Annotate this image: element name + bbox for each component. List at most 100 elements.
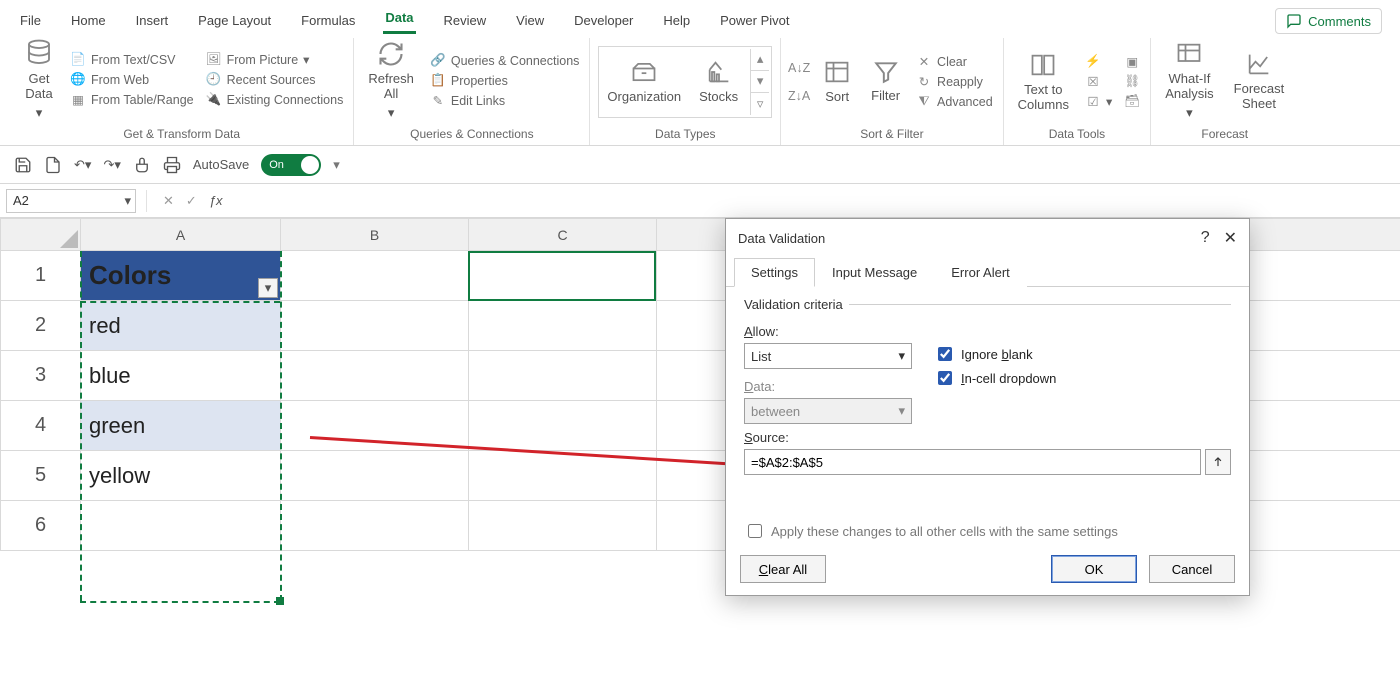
apply-all-checkbox[interactable]: Apply these changes to all other cells w… (744, 521, 1231, 541)
row-header-6[interactable]: 6 (1, 501, 81, 551)
new-file-button[interactable] (44, 156, 62, 174)
cancel-button[interactable]: Cancel (1149, 555, 1235, 583)
refresh-all-button[interactable]: Refresh All ▾ (362, 36, 420, 125)
relationships-button[interactable]: ⛓ (1122, 73, 1142, 91)
save-button[interactable] (14, 156, 32, 174)
menu-view[interactable]: View (514, 9, 546, 34)
sort-desc-button[interactable]: Z↓A (789, 87, 809, 105)
from-picture[interactable]: 🖼From Picture ▾ (204, 51, 346, 69)
data-validation-button[interactable]: ☑▾ (1083, 93, 1114, 111)
from-table-range[interactable]: ▦From Table/Range (68, 91, 196, 109)
menu-file[interactable]: File (18, 9, 43, 34)
insert-function-button[interactable]: ƒx (203, 193, 229, 208)
flash-fill-button[interactable]: ⚡ (1083, 53, 1114, 71)
properties[interactable]: 📋Properties (428, 72, 582, 90)
from-web[interactable]: 🌐From Web (68, 71, 196, 89)
dialog-close-button[interactable]: ✕ (1224, 228, 1237, 248)
forecast-sheet-button[interactable]: Forecast Sheet (1228, 46, 1291, 116)
qat-customize[interactable]: ▾ (333, 157, 340, 173)
range-picker-button[interactable] (1205, 449, 1231, 475)
whatif-analysis-button[interactable]: What-If Analysis ▾ (1159, 36, 1219, 125)
cancel-formula-button[interactable]: ✕ (157, 193, 180, 209)
cell-C4[interactable] (469, 401, 657, 451)
menu-developer[interactable]: Developer (572, 9, 635, 34)
filter-reapply[interactable]: ↻Reapply (914, 73, 995, 91)
datatype-organization[interactable]: Organization (601, 54, 687, 109)
queries-connections[interactable]: 🔗Queries & Connections (428, 52, 582, 70)
cell-A3[interactable]: blue (81, 351, 281, 401)
filter-advanced[interactable]: ⧨Advanced (914, 93, 995, 111)
cell-C2[interactable] (469, 301, 657, 351)
cell-dropdown-button[interactable]: ▾ (258, 278, 278, 298)
fill-handle[interactable] (276, 597, 284, 605)
cell-B3[interactable] (281, 351, 469, 401)
row-header-4[interactable]: 4 (1, 401, 81, 451)
remove-duplicates-button[interactable]: ☒ (1083, 73, 1114, 91)
redo-button[interactable]: ↷ ▾ (103, 157, 120, 173)
tab-input-message[interactable]: Input Message (815, 258, 934, 287)
in-cell-dropdown-checkbox[interactable]: In-cell dropdown (934, 368, 1056, 388)
consolidate-button[interactable]: ▣ (1122, 53, 1142, 71)
row-header-2[interactable]: 2 (1, 301, 81, 351)
cell-A1[interactable]: Colors (81, 251, 281, 301)
row-header-3[interactable]: 3 (1, 351, 81, 401)
print-button[interactable] (163, 156, 181, 174)
menu-help[interactable]: Help (661, 9, 692, 34)
data-model-button[interactable]: 🗃 (1122, 93, 1142, 111)
chevron-down-icon[interactable]: ▾ (124, 193, 131, 209)
existing-connections[interactable]: 🔌Existing Connections (204, 91, 346, 109)
sort-button[interactable]: Sort (817, 54, 857, 109)
menu-review[interactable]: Review (442, 9, 489, 34)
enter-formula-button[interactable]: ✓ (180, 193, 203, 209)
col-header-B[interactable]: B (281, 219, 469, 251)
touch-mode-button[interactable] (133, 156, 151, 174)
row-header-5[interactable]: 5 (1, 451, 81, 501)
from-text-csv[interactable]: 📄From Text/CSV (68, 51, 196, 69)
get-data-button[interactable]: Get Data ▾ (18, 34, 60, 125)
cell-A2[interactable]: red (81, 301, 281, 351)
cell-A4[interactable]: green (81, 401, 281, 451)
ignore-blank-checkbox[interactable]: Ignore blank (934, 344, 1056, 364)
sort-asc-button[interactable]: A↓Z (789, 59, 809, 77)
edit-links[interactable]: ✎Edit Links (428, 92, 582, 110)
cell-B2[interactable] (281, 301, 469, 351)
tab-error-alert[interactable]: Error Alert (934, 258, 1027, 287)
menu-data[interactable]: Data (383, 6, 415, 34)
allow-dropdown[interactable]: List ▾ (744, 343, 912, 369)
cell-B1[interactable] (281, 251, 469, 301)
text-to-columns-button[interactable]: Text to Columns (1012, 47, 1075, 117)
datatype-stocks[interactable]: Stocks (693, 54, 744, 109)
menu-page-layout[interactable]: Page Layout (196, 9, 273, 34)
filter-clear[interactable]: ✕Clear (914, 53, 995, 71)
comments-button[interactable]: Comments (1275, 8, 1382, 34)
row-header-1[interactable]: 1 (1, 251, 81, 301)
tab-settings[interactable]: Settings (734, 258, 815, 287)
select-all-button[interactable] (1, 219, 81, 251)
formula-input[interactable] (229, 189, 1394, 213)
menu-power-pivot[interactable]: Power Pivot (718, 9, 791, 34)
scroll-down-button[interactable]: ▾ (751, 71, 769, 93)
filter-button[interactable]: Filter (865, 55, 906, 108)
menu-formulas[interactable]: Formulas (299, 9, 357, 34)
menu-insert[interactable]: Insert (134, 9, 171, 34)
clear-all-button[interactable]: Clear All (740, 555, 826, 583)
col-header-C[interactable]: C (469, 219, 657, 251)
cell-C3[interactable] (469, 351, 657, 401)
cell-A5[interactable]: yellow (81, 451, 281, 501)
cell-A6[interactable] (81, 501, 281, 551)
recent-sources[interactable]: 🕘Recent Sources (204, 71, 346, 89)
col-header-A[interactable]: A (81, 219, 281, 251)
scroll-more-button[interactable]: ▿ (751, 93, 769, 115)
ribbon: Get Data ▾ 📄From Text/CSV 🌐From Web ▦Fro… (0, 34, 1400, 146)
cell-C1[interactable] (469, 251, 657, 301)
name-box[interactable]: A2 ▾ (6, 189, 136, 213)
ribbon-group-forecast: What-If Analysis ▾ Forecast Sheet Foreca… (1151, 38, 1298, 145)
autosave-toggle[interactable]: On (261, 154, 321, 176)
ok-button[interactable]: OK (1051, 555, 1137, 583)
undo-button[interactable]: ↶ ▾ (74, 157, 91, 173)
dialog-help-button[interactable]: ? (1201, 229, 1210, 247)
cell-B5[interactable] (281, 451, 469, 501)
menu-home[interactable]: Home (69, 9, 108, 34)
source-input[interactable] (744, 449, 1201, 475)
scroll-up-button[interactable]: ▴ (751, 49, 769, 71)
